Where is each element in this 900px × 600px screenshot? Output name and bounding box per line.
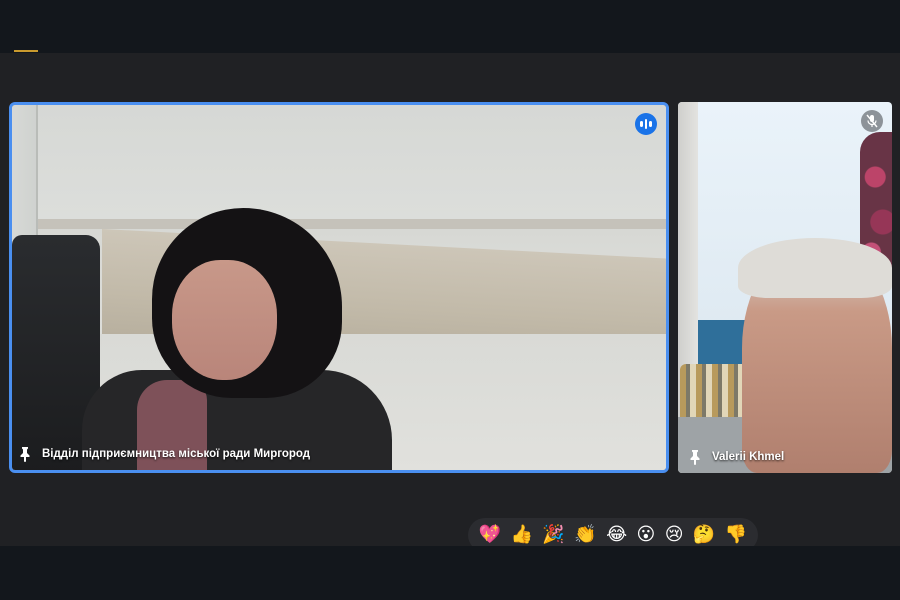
participant-name: Valerii Khmel xyxy=(712,451,785,463)
pin-icon[interactable] xyxy=(688,449,702,465)
participant-tile-side[interactable]: Valerii Khmel xyxy=(678,102,892,473)
participant-label: Valerii Khmel xyxy=(688,449,784,465)
tears-of-joy-reaction-icon[interactable]: 😂 xyxy=(606,526,627,544)
crying-reaction-icon[interactable]: 😢 xyxy=(665,526,684,544)
bottom-bar xyxy=(0,546,900,600)
top-bar xyxy=(0,0,900,53)
party-popper-reaction-icon[interactable]: 🎉 xyxy=(542,526,564,544)
video-feed xyxy=(12,105,666,470)
thinking-reaction-icon[interactable]: 🤔 xyxy=(693,526,715,544)
mic-off-icon xyxy=(861,110,883,132)
clapping-hands-reaction-icon[interactable]: 👏 xyxy=(574,526,596,544)
speaking-indicator-icon xyxy=(635,113,657,135)
participant-tile-main[interactable]: Відділ підприємництва міської ради Мирго… xyxy=(9,102,669,473)
thumbs-down-reaction-icon[interactable]: 👎 xyxy=(725,526,747,544)
participant-label: Відділ підприємництва міської ради Мирго… xyxy=(18,446,310,462)
sparkling-heart-reaction-icon[interactable]: 💖 xyxy=(479,526,501,544)
pin-icon[interactable] xyxy=(18,446,32,462)
surprised-reaction-icon[interactable]: 😮 xyxy=(637,526,656,544)
thumbs-up-reaction-icon[interactable]: 👍 xyxy=(511,526,533,544)
top-accent-line xyxy=(14,50,38,52)
participant-name: Відділ підприємництва міської ради Мирго… xyxy=(42,448,311,460)
video-feed xyxy=(678,102,892,473)
